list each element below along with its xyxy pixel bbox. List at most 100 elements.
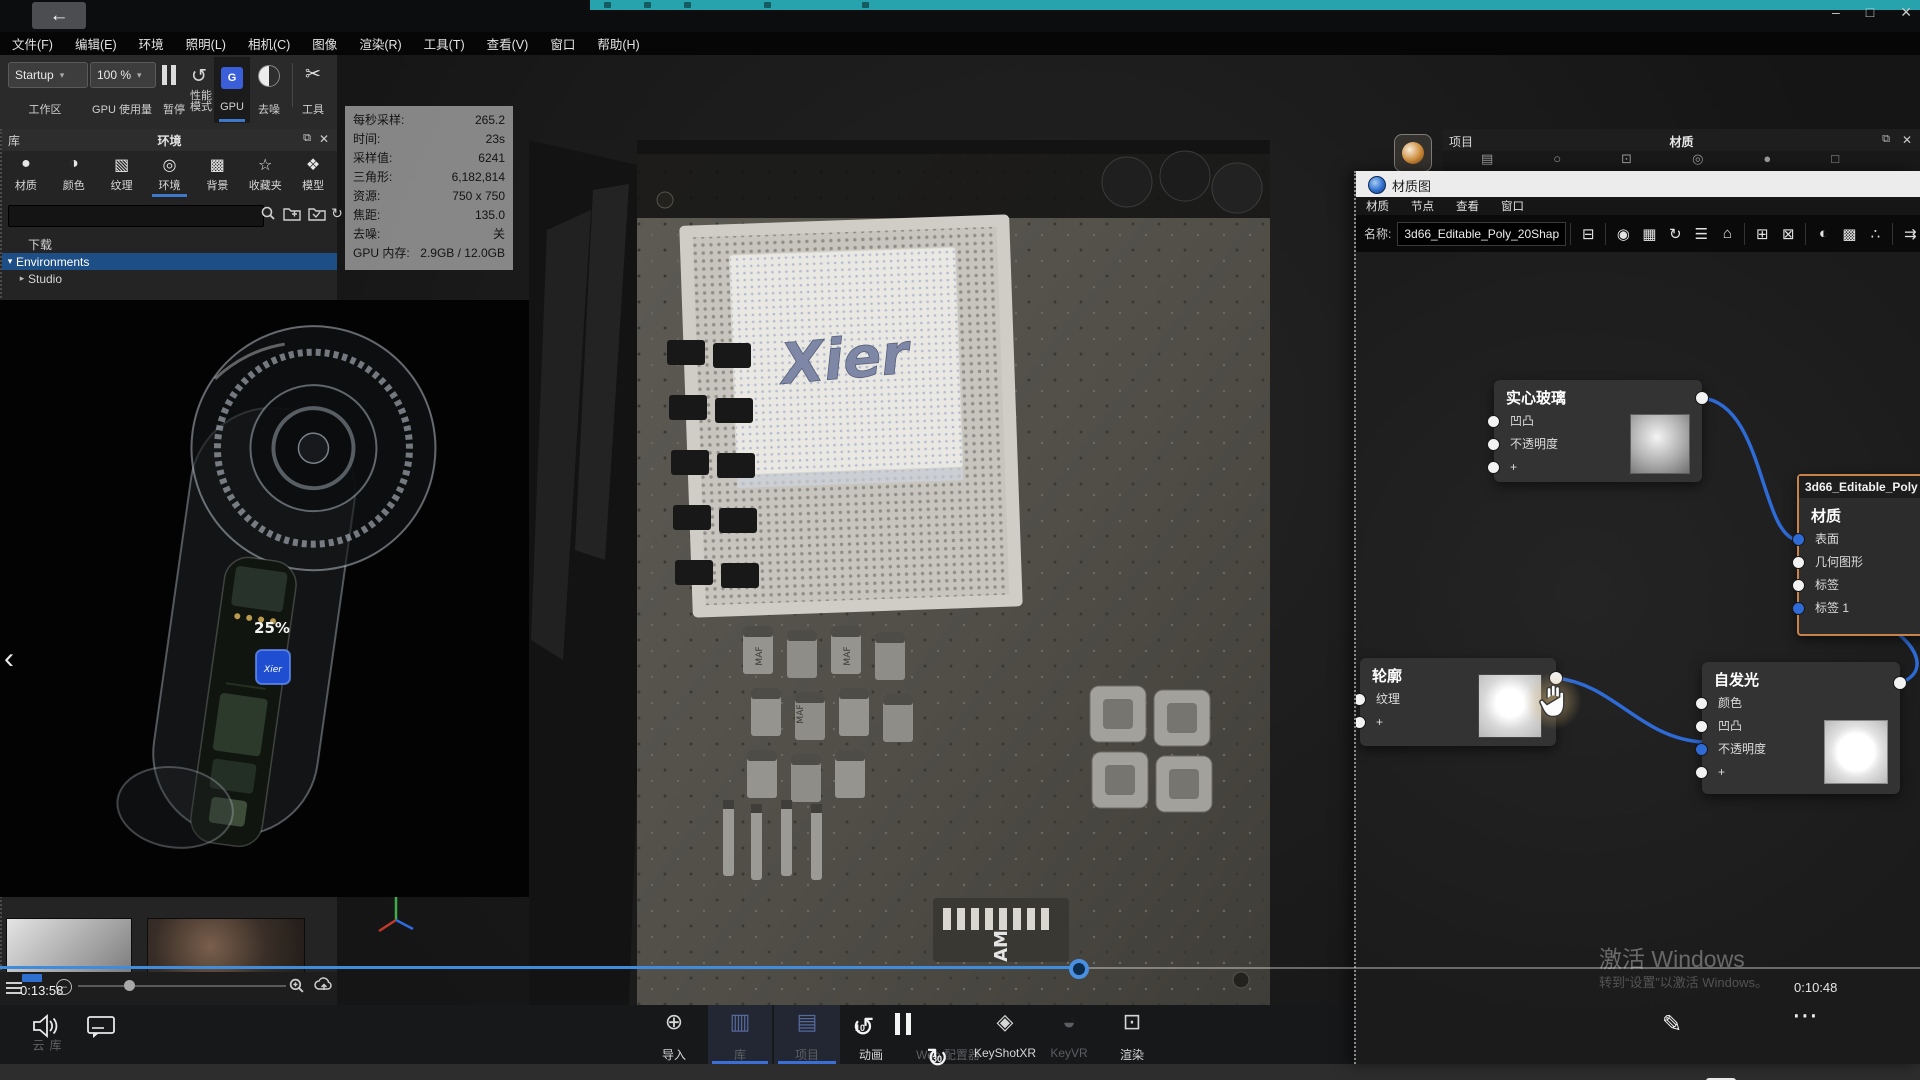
thumbnail-size-slider[interactable]: [78, 985, 286, 987]
slider-handle[interactable]: [124, 980, 135, 991]
environment-tab-icon[interactable]: ◎: [1692, 151, 1703, 171]
graph-menu-node[interactable]: 节点: [1411, 198, 1434, 214]
material-name-input[interactable]: [1397, 222, 1566, 246]
tab-models[interactable]: ❖模型: [289, 151, 337, 197]
menu-tools[interactable]: 工具(T): [420, 34, 469, 53]
previous-chevron-icon[interactable]: ‹: [4, 642, 14, 676]
camera-tab-icon[interactable]: ⊡: [1621, 151, 1632, 171]
menu-render[interactable]: 渲染(R): [355, 34, 405, 53]
float-panel-icon[interactable]: ⧉: [303, 132, 311, 145]
graph-menu-window[interactable]: 窗口: [1501, 198, 1524, 214]
maximize-button[interactable]: □: [1866, 4, 1874, 21]
tab-favorites[interactable]: ☆收藏夹: [241, 151, 289, 197]
gpu-usage-dropdown[interactable]: 100 % ▾: [90, 62, 156, 88]
output-port[interactable]: [1893, 676, 1907, 690]
settings-sliders-icon[interactable]: ☰: [1688, 225, 1714, 243]
minimize-button[interactable]: –: [1832, 4, 1840, 21]
add-material-node-icon[interactable]: ◐: [1810, 225, 1836, 242]
search-tab-icon[interactable]: ○: [1553, 151, 1561, 171]
texture-icon[interactable]: ▦: [1636, 225, 1662, 243]
add-folder-icon[interactable]: [283, 205, 301, 226]
history-icon[interactable]: ↻: [1662, 225, 1688, 243]
forward-30-button[interactable]: ↻30: [926, 1043, 1920, 1074]
add-utility-node-icon[interactable]: ∴: [1862, 225, 1888, 243]
floating-keyshot-icon[interactable]: [1394, 134, 1432, 172]
labeled-material-icon[interactable]: ⌂: [1714, 225, 1740, 242]
menu-environment[interactable]: 环境: [135, 34, 168, 53]
video-progress-played[interactable]: [0, 966, 1078, 969]
workspace-dropdown[interactable]: Startup ▾: [8, 62, 88, 88]
node-root-material[interactable]: 3d66_Editable_Poly 材质 表面 几何图形 标签 标签 1: [1797, 474, 1920, 636]
performance-mode-button[interactable]: ↺: [186, 63, 212, 89]
node-input-label[interactable]: 标签: [1799, 574, 1920, 597]
output-port[interactable]: [1695, 391, 1709, 405]
node-input-color[interactable]: 颜色: [1702, 692, 1900, 715]
tools-button[interactable]: ✂: [300, 61, 326, 87]
cloud-library-label[interactable]: 云库: [30, 1039, 64, 1064]
node-input-surface[interactable]: 表面: [1799, 528, 1920, 551]
ribbon-library-button[interactable]: ▥ 库: [708, 1005, 772, 1064]
close-icon[interactable]: ✕: [1902, 133, 1912, 147]
material-tab-icon[interactable]: ●: [1763, 151, 1771, 171]
input-port[interactable]: [1487, 461, 1500, 474]
add-texture-node-icon[interactable]: ▩: [1836, 225, 1862, 243]
input-port-connected[interactable]: [1792, 533, 1805, 546]
geometry-tab-icon[interactable]: □: [1831, 151, 1839, 171]
chat-bubble-icon[interactable]: [86, 1015, 116, 1039]
menu-image[interactable]: 图像: [308, 34, 341, 53]
video-scrubber-handle[interactable]: [1069, 959, 1089, 979]
edit-pencil-icon[interactable]: ✎: [1662, 1010, 1682, 1039]
open-folder-icon[interactable]: [308, 205, 326, 226]
menu-window[interactable]: 窗口: [546, 34, 579, 53]
rewind-10-button[interactable]: ↺10: [852, 1012, 1920, 1043]
close-icon[interactable]: ✕: [319, 132, 329, 146]
node-emissive[interactable]: 自发光 颜色 凹凸 不透明度 +: [1702, 662, 1900, 794]
ribbon-import-button[interactable]: ⊕ 导入: [642, 1005, 706, 1064]
tree-item-downloads[interactable]: 下载: [2, 236, 337, 253]
video-pause-button[interactable]: [895, 1013, 911, 1035]
menu-lighting[interactable]: 照明(L): [182, 34, 230, 53]
pause-button[interactable]: [160, 65, 178, 90]
tab-colors[interactable]: ◑颜色: [50, 151, 98, 197]
duplicate-icon[interactable]: ⊞: [1749, 225, 1775, 243]
input-port-connected[interactable]: [1695, 743, 1708, 756]
material-graph-canvas[interactable]: 实心玻璃 凹凸 不透明度 + 3d66_Editable_Poly 材质 表面 …: [1356, 252, 1920, 1064]
input-port[interactable]: [1792, 579, 1805, 592]
layout-graph-icon[interactable]: ⇉: [1897, 225, 1920, 243]
input-port[interactable]: [1792, 556, 1805, 569]
cloud-upload-icon[interactable]: [314, 976, 334, 994]
tab-environments[interactable]: ◎环境: [146, 151, 194, 197]
input-port[interactable]: [1695, 697, 1708, 710]
volume-icon[interactable]: [30, 1013, 62, 1039]
tab-backplates[interactable]: ▩背景: [193, 151, 241, 197]
denoise-sphere-icon[interactable]: [258, 65, 280, 87]
tree-item-studio[interactable]: ▸ Studio: [2, 270, 337, 287]
ribbon-project-button[interactable]: ▤ 项目: [774, 1005, 840, 1064]
float-panel-icon[interactable]: ⧉: [1882, 133, 1890, 146]
node-solid-glass[interactable]: 实心玻璃 凹凸 不透明度 +: [1494, 380, 1702, 482]
tree-item-environments[interactable]: ▾ Environments: [2, 253, 337, 270]
search-icon[interactable]: [260, 205, 276, 226]
tab-materials[interactable]: ●材质: [2, 151, 50, 197]
graph-menu-view[interactable]: 查看: [1456, 198, 1479, 214]
zoom-in-icon[interactable]: [288, 977, 305, 994]
tab-textures[interactable]: ▧纹理: [98, 151, 146, 197]
input-port[interactable]: [1356, 693, 1366, 706]
menu-view[interactable]: 查看(V): [483, 34, 533, 53]
material-ball-icon[interactable]: ◉: [1610, 225, 1636, 243]
input-port[interactable]: [1695, 720, 1708, 733]
refresh-icon[interactable]: ↻: [329, 204, 345, 222]
menu-camera[interactable]: 相机(C): [244, 34, 294, 53]
input-port[interactable]: [1356, 716, 1366, 729]
scene-tab-icon[interactable]: ▤: [1481, 151, 1493, 171]
input-port[interactable]: [1487, 415, 1500, 428]
input-port-connected[interactable]: [1792, 602, 1805, 615]
delete-icon[interactable]: ⊠: [1775, 225, 1801, 243]
menu-edit[interactable]: 编辑(E): [71, 34, 121, 53]
library-search-input[interactable]: [8, 205, 264, 227]
input-port[interactable]: [1487, 438, 1500, 451]
node-input-geometry[interactable]: 几何图形: [1799, 551, 1920, 574]
save-icon[interactable]: ⊟: [1575, 225, 1601, 243]
menu-help[interactable]: 帮助(H): [593, 34, 643, 53]
graph-menu-material[interactable]: 材质: [1366, 198, 1389, 214]
